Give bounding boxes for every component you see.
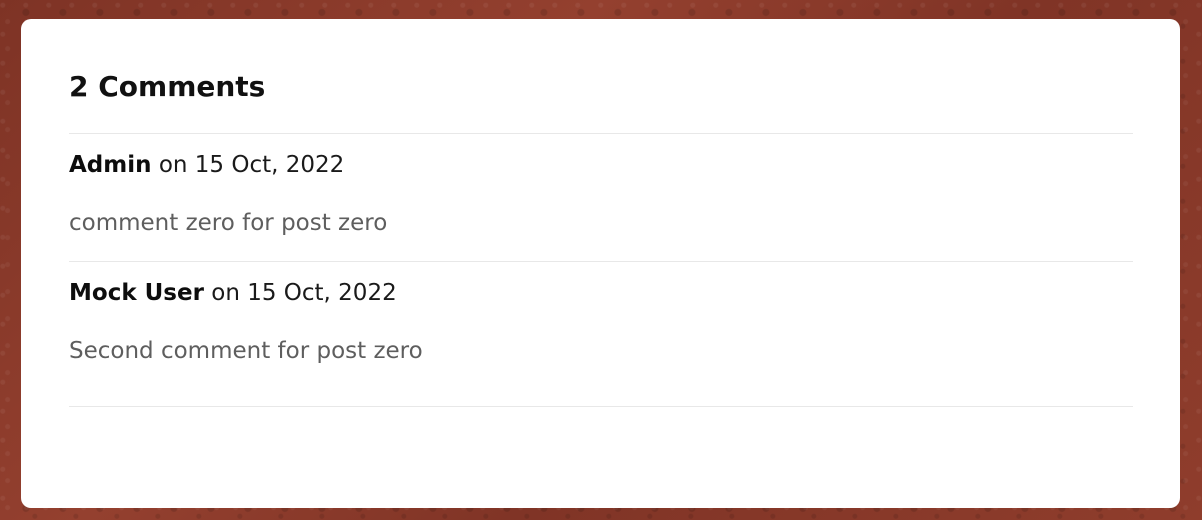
comments-heading: 2 Comments <box>69 70 266 103</box>
comments-card: 2 Comments Admin on 15 Oct, 2022 comment… <box>21 19 1180 508</box>
comment-meta: Mock User on 15 Oct, 2022 <box>69 279 1133 307</box>
comment-body: Second comment for post zero <box>69 338 423 364</box>
comment-author: Mock User <box>69 280 204 306</box>
comment-meta: Admin on 15 Oct, 2022 <box>69 151 1133 179</box>
comment-author: Admin <box>69 152 152 178</box>
comment-item: Admin on 15 Oct, 2022 comment zero for p… <box>69 133 1133 261</box>
comment-date: on 15 Oct, 2022 <box>158 152 345 178</box>
comment-body: comment zero for post zero <box>69 210 388 236</box>
comment-date: on 15 Oct, 2022 <box>211 280 397 306</box>
comment-item: Mock User on 15 Oct, 2022 Second comment… <box>69 261 1133 407</box>
